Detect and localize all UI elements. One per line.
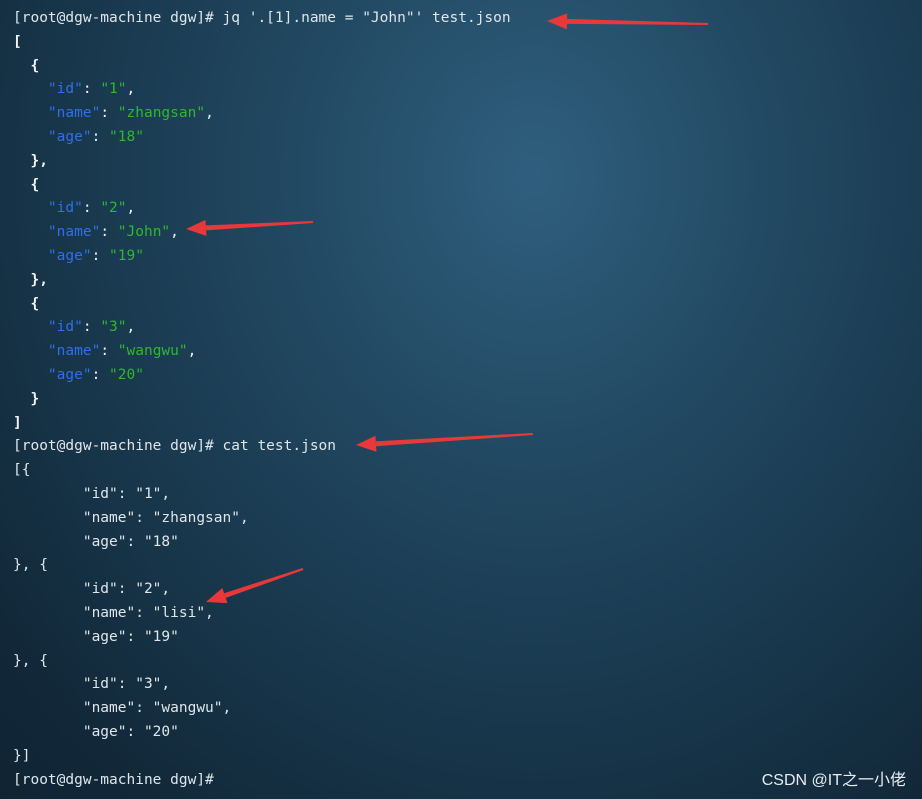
annotation-arrowhead [547, 13, 568, 30]
annotation-arrow [224, 568, 304, 598]
watermark-text: CSDN @IT之一小佬 [761, 772, 906, 789]
annotation-arrow [205, 221, 314, 231]
annotation-arrowhead [186, 219, 207, 236]
annotation-arrow [375, 433, 534, 447]
annotation-arrows [186, 13, 709, 604]
annotation-arrowhead [206, 587, 228, 604]
annotation-arrowhead [356, 435, 377, 452]
annotation-arrow [566, 18, 709, 25]
